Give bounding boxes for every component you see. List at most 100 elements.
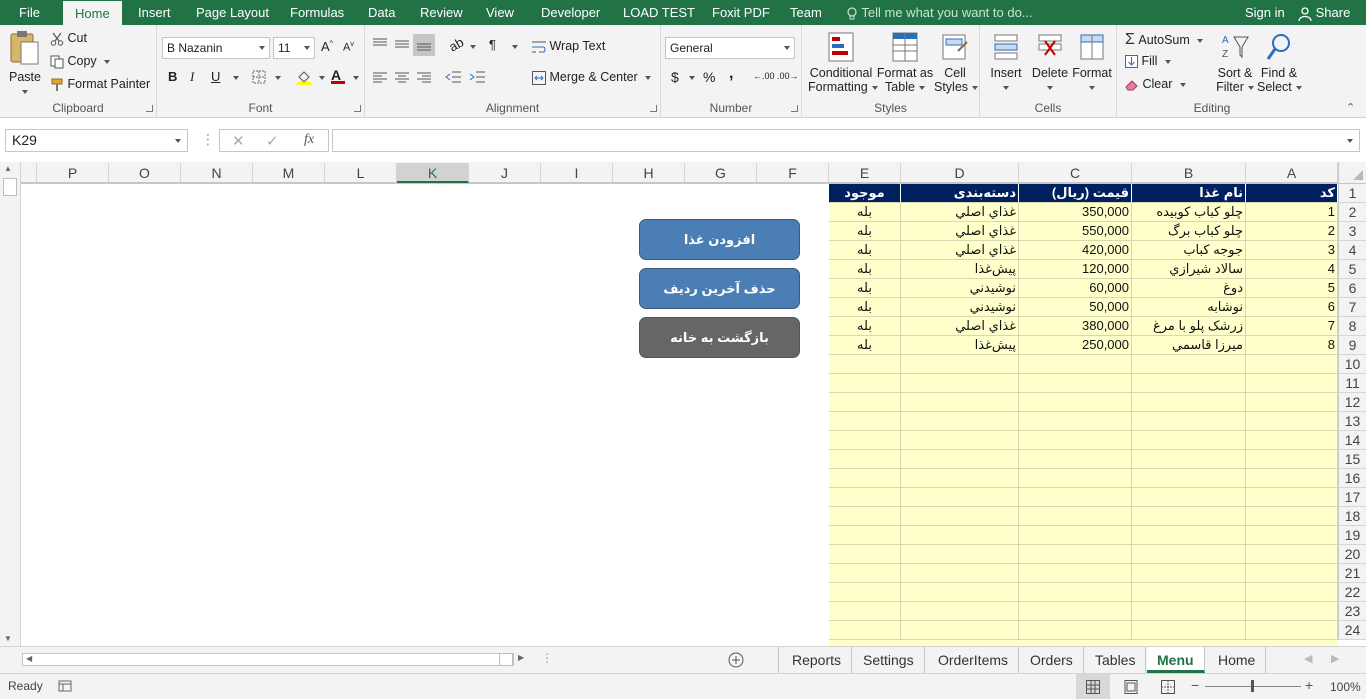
- row-header[interactable]: 11: [1338, 374, 1366, 393]
- table-cell[interactable]: 1: [1246, 203, 1338, 222]
- comma-style-button[interactable]: ,: [729, 65, 733, 83]
- clear-dropdown-icon[interactable]: [1179, 82, 1186, 87]
- tab-review[interactable]: Review: [420, 0, 463, 25]
- table-cell[interactable]: 4: [1246, 260, 1338, 279]
- cell-styles-button[interactable]: Cell Styles: [934, 31, 979, 94]
- empty-cell[interactable]: [1019, 469, 1132, 488]
- table-header-cell[interactable]: کد: [1246, 184, 1338, 203]
- align-right-icon[interactable]: [417, 72, 431, 84]
- empty-cell[interactable]: [1246, 393, 1338, 412]
- empty-cell[interactable]: [901, 450, 1019, 469]
- table-cell[interactable]: ميرزا قاسمي: [1132, 336, 1246, 355]
- table-header-cell[interactable]: نام غذا: [1132, 184, 1246, 203]
- scroll-right-icon[interactable]: ▶: [518, 653, 524, 662]
- empty-cell[interactable]: [1246, 507, 1338, 526]
- column-header[interactable]: O: [109, 163, 181, 183]
- empty-cell[interactable]: [829, 431, 901, 450]
- table-cell[interactable]: 50,000: [1019, 298, 1132, 317]
- delete-last-row-button[interactable]: حذف آخرین ردیف: [639, 268, 800, 309]
- font-name-combo[interactable]: B Nazanin: [162, 37, 270, 59]
- empty-cell[interactable]: [1132, 431, 1246, 450]
- row-header[interactable]: 21: [1338, 564, 1366, 583]
- table-cell[interactable]: 7: [1246, 317, 1338, 336]
- row-header[interactable]: 18: [1338, 507, 1366, 526]
- empty-cell[interactable]: [1132, 564, 1246, 583]
- tab-team[interactable]: Team: [790, 0, 822, 25]
- empty-cell[interactable]: [829, 602, 901, 621]
- column-header[interactable]: E: [829, 163, 901, 183]
- table-cell[interactable]: نوشيدني: [901, 298, 1019, 317]
- page-break-view-icon[interactable]: [1161, 680, 1175, 694]
- empty-cell[interactable]: [1132, 412, 1246, 431]
- text-direction-dropdown-icon[interactable]: [512, 45, 518, 49]
- row-header[interactable]: 22: [1338, 583, 1366, 602]
- empty-cell[interactable]: [901, 488, 1019, 507]
- empty-cell[interactable]: [1019, 488, 1132, 507]
- delete-dropdown-icon[interactable]: [1047, 85, 1053, 90]
- currency-dropdown-icon[interactable]: [689, 76, 695, 80]
- empty-cell[interactable]: [1019, 564, 1132, 583]
- fill-button[interactable]: Fill: [1125, 54, 1171, 69]
- table-cell[interactable]: غذاي اصلي: [901, 203, 1019, 222]
- percent-button[interactable]: %: [703, 69, 715, 85]
- empty-cell[interactable]: [829, 374, 901, 393]
- back-to-home-button[interactable]: بازگشت به خانه: [639, 317, 800, 358]
- sheet-tab-menu[interactable]: Menu: [1147, 647, 1205, 673]
- empty-cell[interactable]: [1019, 583, 1132, 602]
- fill-dropdown-icon[interactable]: [1164, 59, 1171, 64]
- row-header[interactable]: 17: [1338, 488, 1366, 507]
- table-cell[interactable]: 120,000: [1019, 260, 1132, 279]
- empty-cell[interactable]: [829, 355, 901, 374]
- format-painter-button[interactable]: Format Painter: [50, 77, 150, 92]
- format-as-table-button[interactable]: Format as Table: [876, 31, 934, 94]
- empty-cell[interactable]: [1019, 507, 1132, 526]
- increase-decimal-icon[interactable]: ←.00: [753, 71, 775, 81]
- align-middle-icon[interactable]: [395, 38, 409, 50]
- italic-button[interactable]: I: [190, 69, 194, 85]
- row-header[interactable]: 16: [1338, 469, 1366, 488]
- empty-cell[interactable]: [1019, 621, 1132, 640]
- row-header[interactable]: 10: [1338, 355, 1366, 374]
- tab-load-test[interactable]: LOAD TEST: [623, 0, 695, 25]
- insert-cells-button[interactable]: Insert: [984, 31, 1028, 94]
- row-header[interactable]: 8: [1338, 317, 1366, 336]
- table-cell[interactable]: بله: [829, 279, 901, 298]
- empty-cell[interactable]: [901, 374, 1019, 393]
- horizontal-scroll-thumb[interactable]: [499, 653, 513, 666]
- wrap-text-button[interactable]: Wrap Text: [532, 39, 605, 54]
- table-cell[interactable]: نوشابه: [1132, 298, 1246, 317]
- merge-center-dropdown-icon[interactable]: [645, 75, 652, 80]
- find-select-button[interactable]: Find & Select: [1257, 31, 1302, 94]
- sheet-tab-tables[interactable]: Tables: [1085, 647, 1147, 673]
- macro-record-icon[interactable]: [58, 679, 72, 693]
- table-cell[interactable]: زرشک پلو با مرغ: [1132, 317, 1246, 336]
- name-box-dropdown-icon[interactable]: [175, 139, 181, 143]
- horizontal-scrollbar[interactable]: ◀: [22, 653, 514, 666]
- table-cell[interactable]: بله: [829, 260, 901, 279]
- column-header[interactable]: F: [757, 163, 829, 183]
- empty-cell[interactable]: [1132, 450, 1246, 469]
- new-sheet-icon[interactable]: [728, 652, 744, 668]
- delete-cells-button[interactable]: Delete: [1028, 31, 1072, 94]
- table-cell[interactable]: 60,000: [1019, 279, 1132, 298]
- empty-cell[interactable]: [1132, 393, 1246, 412]
- sign-in-link[interactable]: Sign in: [1245, 0, 1285, 25]
- decrease-decimal-icon[interactable]: .00→: [777, 71, 799, 81]
- row-header[interactable]: 1: [1338, 184, 1366, 203]
- underline-button[interactable]: U: [211, 69, 220, 84]
- table-header-cell[interactable]: موجود: [829, 184, 901, 203]
- column-header[interactable]: D: [901, 163, 1019, 183]
- empty-cell[interactable]: [1132, 526, 1246, 545]
- row-header[interactable]: 20: [1338, 545, 1366, 564]
- number-format-combo[interactable]: General: [665, 37, 795, 59]
- tab-formulas[interactable]: Formulas: [290, 0, 344, 25]
- format-cells-button[interactable]: Format: [1070, 31, 1114, 94]
- align-left-icon[interactable]: [373, 72, 387, 84]
- orientation-icon[interactable]: ab: [446, 34, 466, 54]
- scroll-up-icon[interactable]: ▲: [4, 164, 12, 173]
- column-header[interactable]: J: [469, 163, 541, 183]
- empty-cell[interactable]: [901, 507, 1019, 526]
- empty-cell[interactable]: [1246, 431, 1338, 450]
- row-header[interactable]: 6: [1338, 279, 1366, 298]
- table-cell[interactable]: 3: [1246, 241, 1338, 260]
